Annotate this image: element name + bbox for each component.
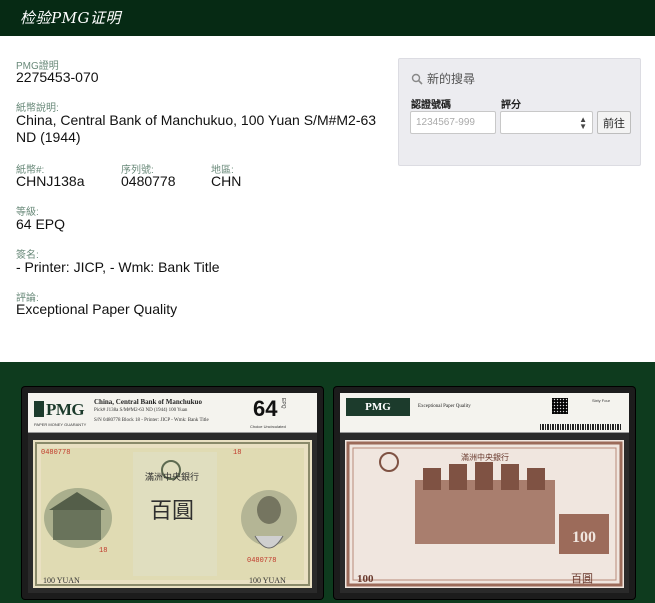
search-icon xyxy=(411,73,423,85)
svg-text:滿洲中央銀行: 滿洲中央銀行 xyxy=(145,471,199,483)
svg-text:100: 100 xyxy=(357,573,374,585)
select-arrows-icon: ▲ ▼ xyxy=(579,115,587,131)
qr-code-icon xyxy=(552,398,568,414)
search-title: 新的搜尋 xyxy=(427,72,476,86)
banknote-back: 滿洲中央銀行 100 100 百圓 xyxy=(345,440,624,588)
signature-value: - Printer: JICP, - Wmk: Bank Title xyxy=(16,259,220,275)
slab-grade: 64 xyxy=(253,396,278,421)
cert-number-input[interactable] xyxy=(410,111,496,134)
grade-value: 64 EPQ xyxy=(16,216,66,232)
svg-text:滿洲中央銀行: 滿洲中央銀行 xyxy=(461,452,509,462)
barcode-icon xyxy=(540,424,622,430)
go-button[interactable]: 前往 xyxy=(597,111,631,134)
note-back-image[interactable]: PMG Exceptional Paper Quality Sixty Four… xyxy=(334,387,635,599)
pmg-logo: PMG xyxy=(34,400,85,420)
page-title: 检验PMG证明 xyxy=(20,9,121,27)
svg-text:100 YUAN: 100 YUAN xyxy=(43,576,80,585)
pmg-logo-back: PMG xyxy=(346,398,410,416)
cert-number: 2275453-070 xyxy=(16,69,99,85)
grade-select[interactable]: ▲ ▼ xyxy=(500,111,593,134)
svg-text:百圓: 百圓 xyxy=(150,499,194,524)
svg-text:18: 18 xyxy=(233,449,241,457)
search-heading: 新的搜尋 xyxy=(411,70,475,87)
svg-text:0480778: 0480778 xyxy=(247,557,276,565)
svg-text:百圓: 百圓 xyxy=(571,572,593,585)
description-value: China, Central Bank of Manchukuo, 100 Yu… xyxy=(16,112,377,145)
note-front-image[interactable]: PMG PAPER MONEY GUARANTY China, Central … xyxy=(22,387,323,599)
serial-value: 0480778 xyxy=(121,173,176,189)
header-bar: 检验PMG证明 xyxy=(0,0,655,36)
svg-text:0480778: 0480778 xyxy=(41,449,70,457)
comment-value: Exceptional Paper Quality xyxy=(16,301,178,317)
svg-text:100 YUAN: 100 YUAN xyxy=(249,576,286,585)
grade-field-label: 評分 xyxy=(501,100,521,111)
cert-number-field-label: 認證號碼 xyxy=(411,100,451,111)
new-search-panel: 新的搜尋 認證號碼 評分 ▲▼ 前往 xyxy=(398,58,641,166)
svg-text:100: 100 xyxy=(572,529,596,546)
pmg-label-front: PMG PAPER MONEY GUARANTY China, Central … xyxy=(28,393,317,433)
note-number-value: CHNJ138a xyxy=(16,173,85,189)
banknote-front: 0480778 18 18 0480778 百圓 滿洲中央銀行 100 YUAN… xyxy=(33,440,312,588)
pmg-label-back: PMG Exceptional Paper Quality Sixty Four xyxy=(340,393,629,433)
svg-text:18: 18 xyxy=(99,547,107,555)
note-images: PMG PAPER MONEY GUARANTY China, Central … xyxy=(0,362,655,603)
region-value: CHN xyxy=(211,173,242,189)
